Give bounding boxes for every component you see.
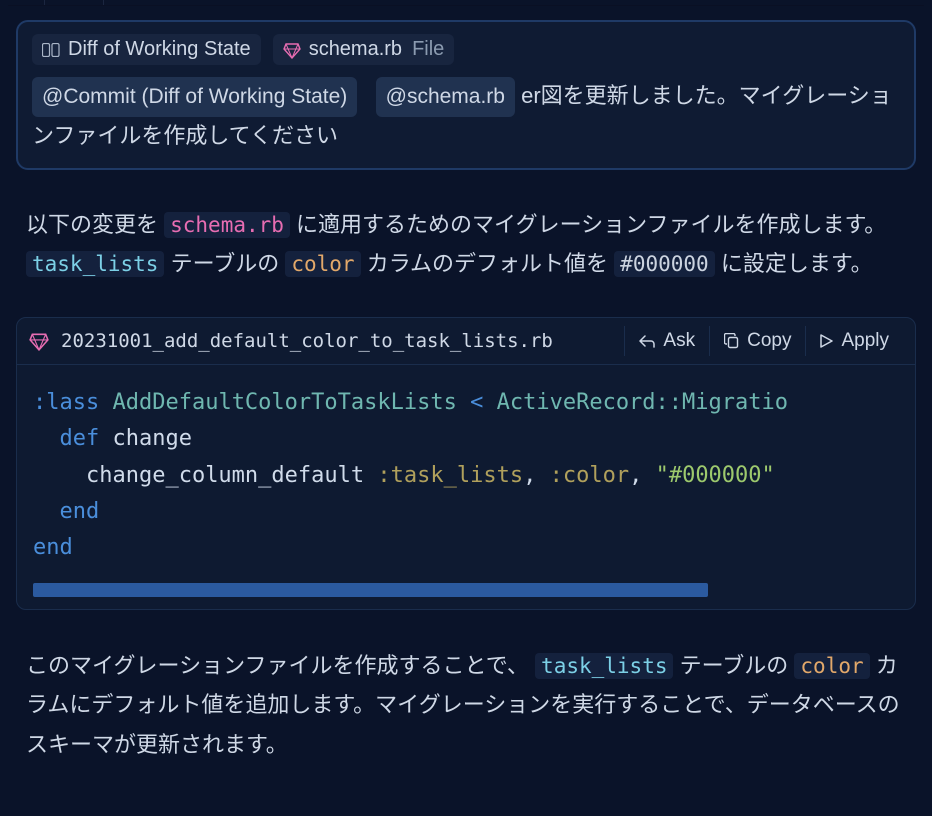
reply-icon	[639, 334, 655, 348]
token-string: "#000000"	[656, 463, 775, 488]
context-chip-tail: File	[412, 38, 444, 61]
token-classname: AddDefaultColorToTaskLists	[112, 390, 456, 415]
action-label: Ask	[663, 330, 695, 352]
code-filename: 20231001_add_default_color_to_task_lists…	[61, 330, 612, 352]
token-method: change	[113, 426, 192, 451]
code-actions: Ask Copy Apply	[624, 326, 903, 356]
context-chip-file[interactable]: schema.rb File	[273, 34, 455, 65]
play-icon	[820, 334, 833, 348]
token-op: <	[470, 390, 483, 415]
inline-code-value: #000000	[614, 251, 715, 277]
diff-icon	[42, 43, 60, 57]
apply-button[interactable]: Apply	[805, 326, 903, 356]
context-chips-row: Diff of Working State schema.rb File	[32, 34, 900, 65]
action-label: Copy	[747, 330, 791, 352]
token-punct: ,	[523, 463, 536, 488]
token-keyword: end	[60, 499, 100, 524]
inline-code-column: color	[794, 653, 869, 679]
inline-code-schema: schema.rb	[164, 212, 290, 238]
inline-code-table: task_lists	[535, 653, 673, 679]
mention-commit[interactable]: @Commit (Diff of Working State)	[32, 77, 357, 117]
action-label: Apply	[841, 330, 889, 352]
code-body[interactable]: :lass AddDefaultColorToTaskLists < Activ…	[17, 365, 915, 574]
user-prompt-box: Diff of Working State schema.rb File @Co…	[16, 20, 916, 170]
scrollbar-thumb[interactable]	[33, 583, 708, 597]
context-chip-label: Diff of Working State	[68, 38, 251, 61]
mention-schema[interactable]: @schema.rb	[376, 77, 515, 117]
code-block: 20231001_add_default_color_to_task_lists…	[16, 317, 916, 609]
token-keyword: :lass	[33, 390, 99, 415]
text: カラムのデフォルト値を	[367, 251, 614, 276]
context-chip-diff[interactable]: Diff of Working State	[32, 34, 261, 65]
token-superclass: ActiveRecord::Migratio	[497, 390, 788, 415]
code-header: 20231001_add_default_color_to_task_lists…	[17, 318, 915, 365]
ask-button[interactable]: Ask	[624, 326, 709, 356]
copy-button[interactable]: Copy	[709, 326, 805, 356]
token-symbol: :task_lists	[377, 463, 523, 488]
horizontal-scrollbar[interactable]	[33, 583, 899, 597]
copy-icon	[724, 333, 739, 349]
token-symbol: :color	[550, 463, 629, 488]
ruby-icon	[29, 331, 49, 351]
tab-bar-stub	[8, 0, 924, 6]
inline-code-column: color	[285, 251, 360, 277]
inline-code-table: task_lists	[26, 251, 164, 277]
text: テーブルの	[680, 653, 795, 678]
text: 以下の変更を	[26, 212, 164, 237]
text: このマイグレーションファイルを作成することで、	[26, 653, 535, 678]
prompt-body: @Commit (Diff of Working State) @schema.…	[32, 77, 900, 154]
token-keyword: def	[60, 426, 100, 451]
context-chip-label: schema.rb	[309, 38, 402, 61]
response-paragraph-2: このマイグレーションファイルを作成することで、 task_lists テーブルの…	[8, 610, 924, 765]
text: に適用するためのマイグレーションファイルを作成します。	[296, 212, 886, 237]
response-paragraph-1: 以下の変更を schema.rb に適用するためのマイグレーションファイルを作成…	[8, 170, 924, 283]
token-punct: ,	[629, 463, 642, 488]
token-keyword: end	[33, 535, 73, 560]
token-call: change_column_default	[86, 463, 364, 488]
text: に設定します。	[721, 251, 873, 276]
text: テーブルの	[171, 251, 286, 276]
ruby-icon	[283, 41, 301, 59]
